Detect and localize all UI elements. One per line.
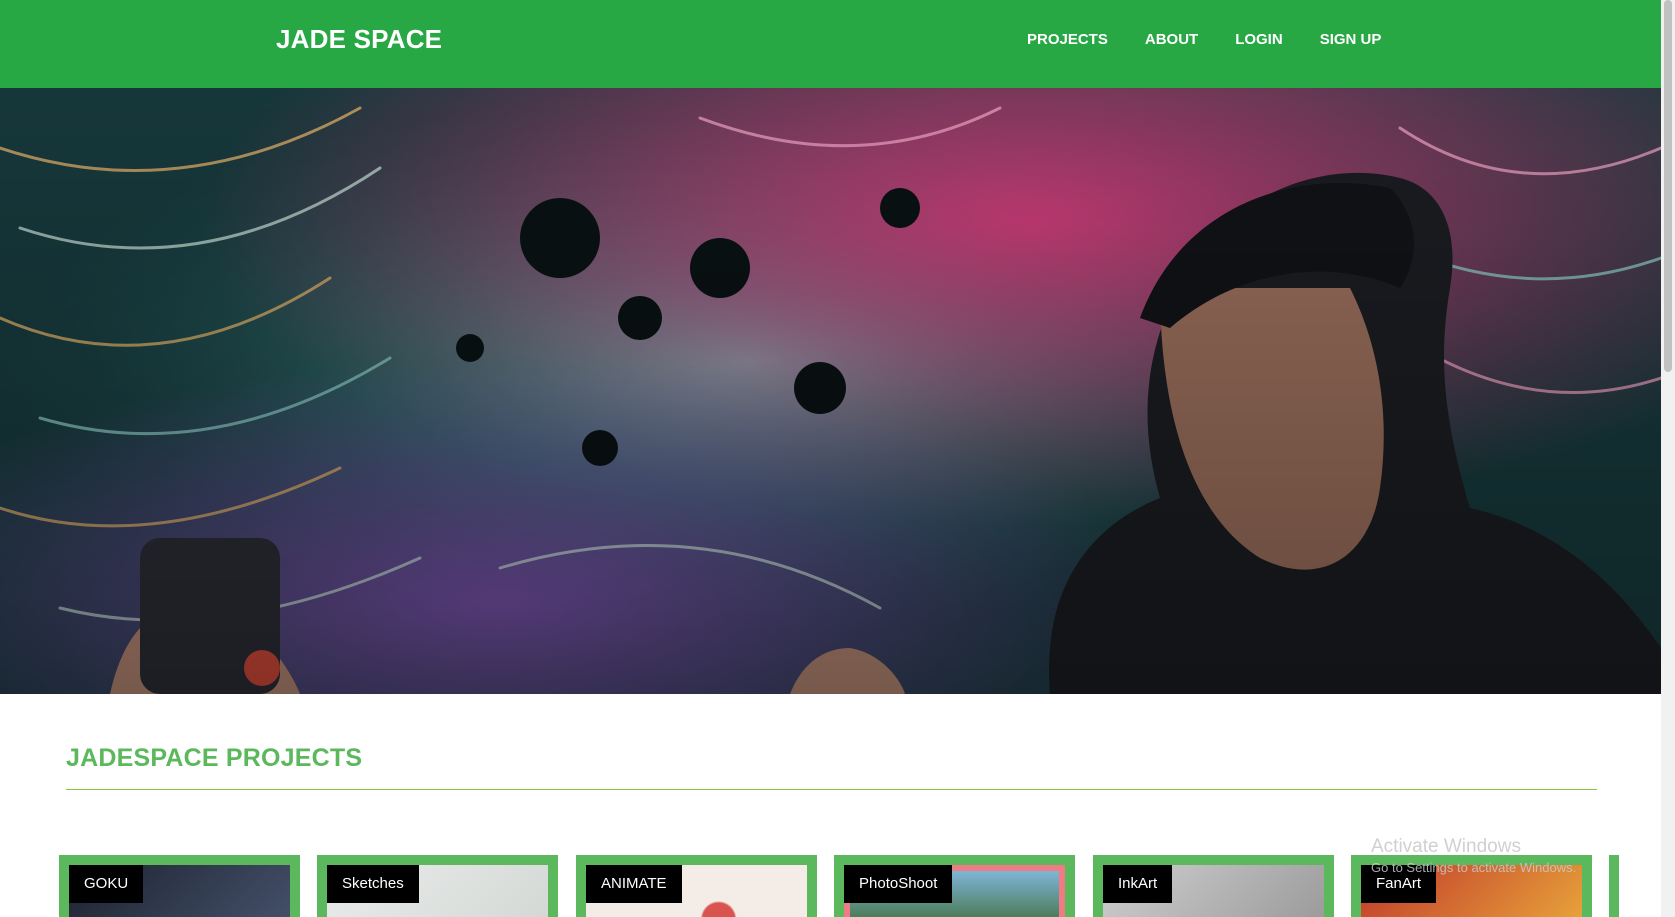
page-scrollbar[interactable] xyxy=(1661,0,1675,917)
nav-signup-link[interactable]: SIGN UP xyxy=(1320,31,1382,48)
nav-menu: PROJECTS ABOUT LOGIN SIGN UP xyxy=(1027,31,1418,48)
project-card-overflow xyxy=(1609,855,1619,917)
project-label: Sketches xyxy=(327,865,419,903)
brand-logo[interactable]: JADE SPACE xyxy=(276,24,442,55)
section-title: JADESPACE PROJECTS xyxy=(66,744,363,772)
project-card-goku[interactable]: GOKU xyxy=(59,855,300,917)
project-label: GOKU xyxy=(69,865,144,903)
nav-projects-link[interactable]: PROJECTS xyxy=(1027,31,1108,48)
nav-login-link[interactable]: LOGIN xyxy=(1235,31,1283,48)
navbar: JADE SPACE PROJECTS ABOUT LOGIN SIGN UP xyxy=(0,0,1661,88)
hero-banner xyxy=(0,88,1661,694)
nav-about-link[interactable]: ABOUT xyxy=(1145,31,1198,48)
project-label: PhotoShoot xyxy=(844,865,953,903)
project-card-animate[interactable]: ANIMATE xyxy=(576,855,817,917)
project-label: InkArt xyxy=(1103,865,1173,903)
project-card-inkart[interactable]: InkArt xyxy=(1093,855,1334,917)
project-card-fanart[interactable]: FanArt xyxy=(1351,855,1592,917)
scrollbar-thumb[interactable] xyxy=(1664,0,1672,372)
hero-image xyxy=(0,88,1661,694)
project-label: FanArt xyxy=(1361,865,1437,903)
section-divider xyxy=(66,789,1597,790)
project-label: ANIMATE xyxy=(586,865,682,903)
project-card-sketches[interactable]: Sketches xyxy=(317,855,558,917)
project-card-photoshoot[interactable]: PhotoShoot xyxy=(834,855,1075,917)
